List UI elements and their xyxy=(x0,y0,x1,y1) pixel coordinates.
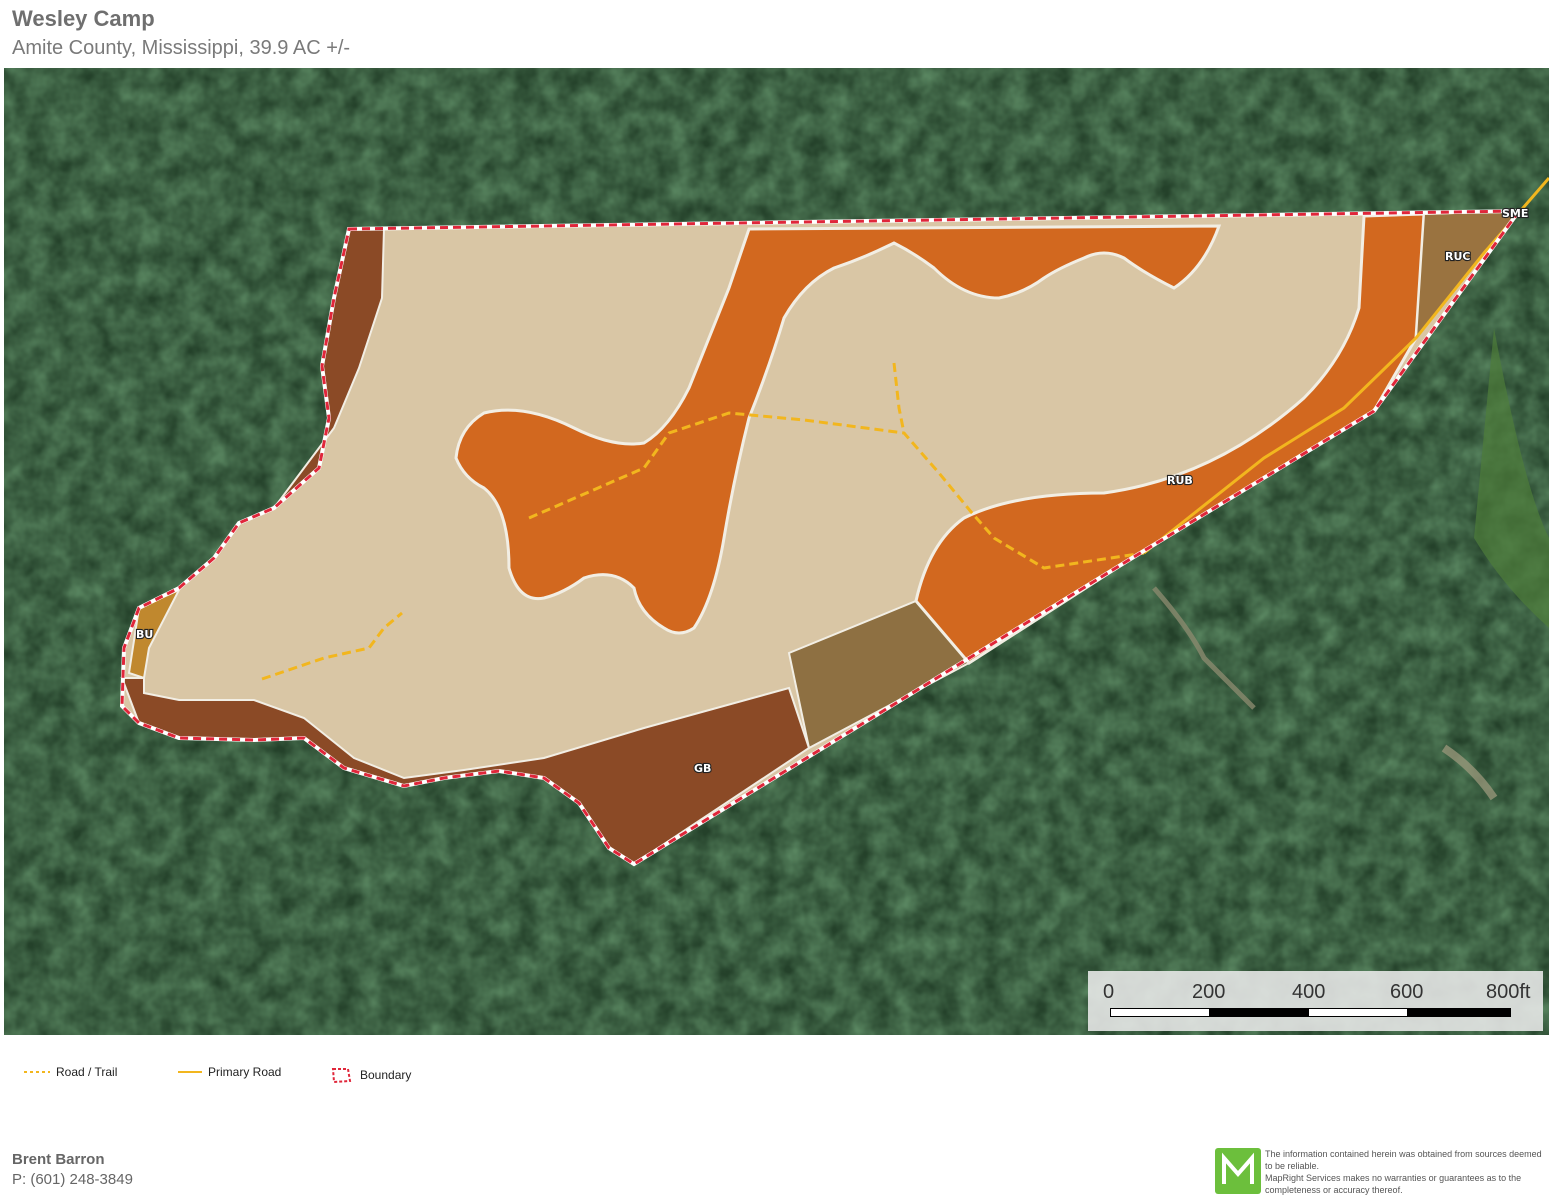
legend-boundary: Boundary xyxy=(330,1065,411,1085)
soil-label-sme: SME xyxy=(1502,207,1528,220)
soil-label-gb: GB xyxy=(694,762,711,775)
scale-segment-4 xyxy=(1407,1008,1511,1017)
disclaimer-line-2: MapRight Services makes no warranties or… xyxy=(1265,1173,1522,1195)
scale-tick-800: 800ft xyxy=(1486,981,1531,1003)
soil-label-ruc: RUC xyxy=(1445,250,1470,263)
disclaimer-line-1: The information contained herein was obt… xyxy=(1265,1149,1542,1171)
legend-road-trail: Road / Trail xyxy=(24,1065,117,1079)
scale-tick-200: 200 xyxy=(1192,981,1226,1003)
mapright-logo-icon xyxy=(1215,1148,1261,1194)
scale-segment-1 xyxy=(1110,1008,1210,1017)
legend-primary-road: Primary Road xyxy=(178,1065,281,1079)
map-title: Wesley Camp xyxy=(12,6,155,31)
disclaimer: The information contained herein was obt… xyxy=(1265,1148,1550,1196)
map-canvas[interactable]: BU GB RUB RUC SME 0 200 400 600 800ft xyxy=(4,68,1549,1035)
boundary-swatch xyxy=(331,1068,352,1084)
road-trail-swatch xyxy=(24,1071,50,1073)
agent-name: Brent Barron xyxy=(12,1151,105,1168)
soil-label-bu: BU xyxy=(136,628,153,641)
scale-tick-600: 600 xyxy=(1390,981,1424,1003)
legend-boundary-label: Boundary xyxy=(360,1068,412,1082)
scale-segment-2 xyxy=(1209,1008,1309,1017)
agent-phone: P: (601) 248-3849 xyxy=(12,1171,133,1188)
map-svg[interactable]: BU GB RUB RUC SME xyxy=(4,68,1549,1035)
scale-bar: 0 200 400 600 800ft xyxy=(1088,971,1543,1031)
legend-primary-road-label: Primary Road xyxy=(208,1065,282,1079)
scale-segment-3 xyxy=(1308,1008,1408,1017)
soil-label-rub: RUB xyxy=(1167,474,1193,487)
map-subtitle: Amite County, Mississippi, 39.9 AC +/- xyxy=(12,37,351,59)
scale-tick-400: 400 xyxy=(1292,981,1326,1003)
legend: Road / Trail Primary Road Boundary xyxy=(0,1062,700,1086)
scale-tick-0: 0 xyxy=(1103,981,1115,1003)
legend-road-trail-label: Road / Trail xyxy=(56,1065,118,1079)
primary-road-swatch xyxy=(178,1071,202,1073)
